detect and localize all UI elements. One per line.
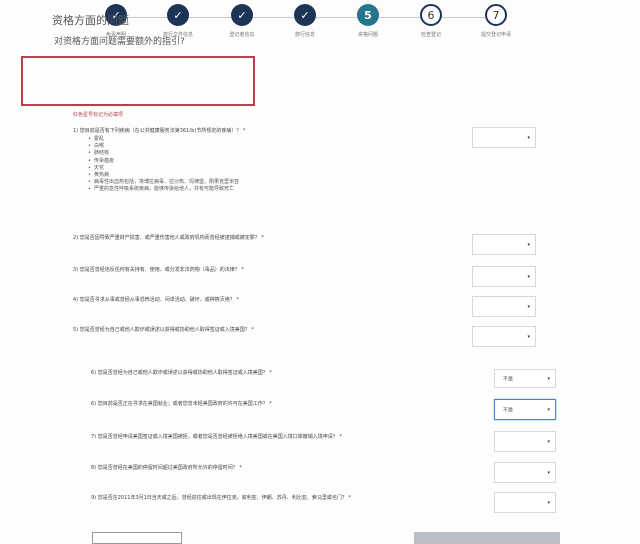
step-label: 提交登记申请 <box>480 32 511 38</box>
list-item: 白喉 <box>88 143 239 150</box>
chevron-down-icon: ▾ <box>527 273 530 280</box>
chevron-down-icon: ▾ <box>527 333 530 340</box>
list-item: 天花 <box>88 165 239 172</box>
step-number: 6 <box>420 4 442 26</box>
question-7: 6) 您目前是否正在寻求在美国就业；或者您曾未经美国政府的许可在美国工作？ * <box>91 401 272 407</box>
step-5: 5 资格问题 <box>336 4 400 38</box>
answer-select-5[interactable]: ▾ <box>472 326 536 347</box>
chevron-down-icon: ▾ <box>547 499 550 506</box>
question-9: 8) 您是否曾经在美国的停留时间超过美国政府所允许的停留时间？ * <box>91 465 242 471</box>
check-icon: ✓ <box>231 4 253 26</box>
select-value: 不是 <box>503 407 514 413</box>
question-8: 7) 您是否曾经申请美国签证或入境美国被拒，或者您是否曾经被拒绝入境美国或在美国… <box>91 434 342 440</box>
check-icon: ✓ <box>294 4 316 26</box>
help-link[interactable]: 对资格方面问题需要额外的指引? <box>54 34 185 47</box>
question-4: 4) 您是否寻求从事或曾经从事恐怖活动、间谍活动、破坏，或种族灭绝？ * <box>73 297 239 303</box>
step-label: 资格问题 <box>357 32 378 38</box>
question-6: 6) 您是否曾经为自己或他人欺诈或误述以获得或协助他人取得签证或入境美国？ * <box>91 370 272 376</box>
answer-select-6[interactable]: 不是 ▾ <box>494 369 556 388</box>
step-number: 7 <box>485 4 507 26</box>
answer-select-10[interactable]: ▾ <box>494 492 556 513</box>
answer-select-9[interactable]: ▾ <box>494 462 556 483</box>
chevron-down-icon: ▾ <box>547 438 550 445</box>
highlight-box <box>21 56 255 106</box>
chevron-down-icon: ▾ <box>547 375 550 382</box>
step-2[interactable]: ✓ 旅行文件信息 <box>146 4 210 38</box>
answer-select-7[interactable]: 不是 ▾ <box>494 399 556 420</box>
chevron-down-icon: ▾ <box>527 134 530 141</box>
list-item: 严重的急性呼吸系统疾病，能够传染给他人，并有可能导致死亡 <box>88 186 239 193</box>
question-1: 1) 您目前是否有下列疾病（在公共健康服务法第361(b)节所规定的疾病）？ * <box>73 128 246 134</box>
question-10: 9) 您是否在2011年3月1日当天或之后，曾经前往或出现在伊拉克、叙利亚、伊朗… <box>91 495 351 501</box>
answer-select-8[interactable]: ▾ <box>494 431 556 452</box>
chevron-down-icon: ▾ <box>547 469 550 476</box>
answer-select-4[interactable]: ▾ <box>472 296 536 317</box>
chevron-down-icon: ▾ <box>527 241 530 248</box>
step-label: 登记者信息 <box>229 32 255 38</box>
question-2: 2) 您是否因导致严重财产损害、或严重伤害他人或政府机构而曾经被逮捕或被定罪？ … <box>73 235 264 241</box>
step-number: 5 <box>357 4 379 26</box>
next-button[interactable] <box>414 532 560 544</box>
answer-select-1[interactable]: ▾ <box>472 127 536 148</box>
chevron-down-icon: ▾ <box>547 406 550 413</box>
check-icon: ✓ <box>167 4 189 26</box>
step-6: 6 检查登记 <box>399 4 463 38</box>
answer-select-2[interactable]: ▾ <box>472 234 536 255</box>
step-7: 7 提交登记申请 <box>464 4 528 38</box>
list-item: 肺结核 <box>88 150 239 157</box>
disease-list: 霍乱 白喉 肺结核 传染瘟疫 天花 黄热病 病毒性出血热包括，埃博拉病毒、拉沙热… <box>88 136 239 194</box>
step-3[interactable]: ✓ 登记者信息 <box>210 4 274 38</box>
previous-button[interactable] <box>92 532 182 544</box>
list-item: 传染瘟疫 <box>88 158 239 165</box>
answer-select-3[interactable]: ▾ <box>472 266 536 287</box>
select-value: 不是 <box>503 376 514 382</box>
required-note: 红色星号标记为必填项 <box>73 112 124 118</box>
list-item: 霍乱 <box>88 136 239 143</box>
chevron-down-icon: ▾ <box>527 303 530 310</box>
section-title: 资格方面的问题 <box>52 14 129 27</box>
step-label: 旅行信息 <box>294 32 315 38</box>
step-4[interactable]: ✓ 旅行信息 <box>273 4 337 38</box>
question-3: 3) 您是否曾经违反任何有关持有、使用、或分发非法药物（毒品）的法律？ * <box>73 267 244 273</box>
question-5: 5) 您是否曾经为自己或他人欺诈或误述以获得或协助他人取得签证或入境美国？ * <box>73 327 254 333</box>
step-label: 检查登记 <box>420 32 441 38</box>
